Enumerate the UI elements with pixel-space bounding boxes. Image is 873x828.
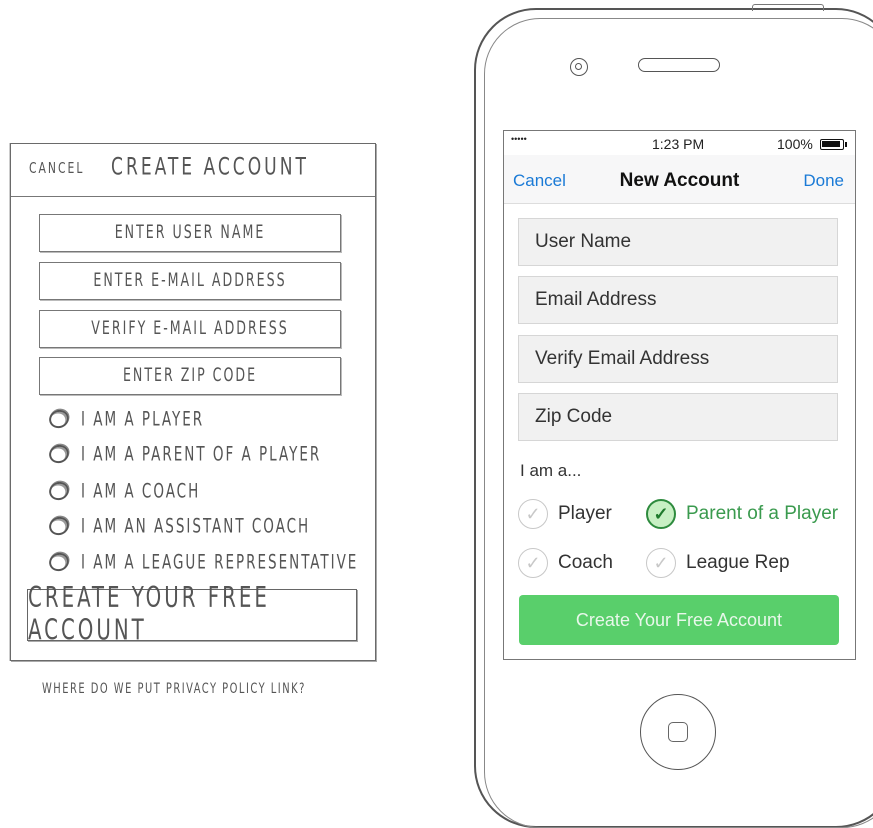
check-icon: ✓	[518, 499, 548, 529]
checkmark-icon: ✓	[646, 499, 676, 529]
sketch-radio-icon	[46, 407, 72, 431]
status-bar: ••••• 1:23 PM 100%	[504, 131, 855, 155]
done-button[interactable]: Done	[803, 171, 844, 191]
check-icon: ✓	[518, 548, 548, 578]
sketch-header: CANCEL CREATE ACCOUNT	[11, 144, 375, 197]
option-coach[interactable]: ✓ Coach	[518, 548, 613, 578]
username-input[interactable]: User Name	[518, 218, 838, 266]
create-account-button[interactable]: Create Your Free Account	[519, 595, 839, 645]
sketch-radio-icon	[46, 479, 72, 503]
option-league-rep[interactable]: ✓ League Rep	[646, 548, 790, 578]
sketch-verify-email-field[interactable]: VERIFY E-MAIL ADDRESS	[39, 310, 341, 348]
sketch-email-field[interactable]: ENTER E-MAIL ADDRESS	[39, 262, 341, 300]
option-parent-of-player[interactable]: ✓ Parent of a Player	[646, 499, 838, 529]
option-label: Player	[558, 503, 612, 524]
email-input[interactable]: Email Address	[518, 276, 838, 324]
verify-email-input[interactable]: Verify Email Address	[518, 335, 838, 383]
home-button[interactable]	[640, 694, 716, 770]
option-player[interactable]: ✓ Player	[518, 499, 612, 529]
sketch-role-player[interactable]: I AM A PLAYER	[46, 407, 204, 431]
sketch-role-coach[interactable]: I AM A COACH	[46, 479, 200, 503]
sketch-cancel-button[interactable]: CANCEL	[29, 159, 84, 177]
sketch-role-parent[interactable]: I AM A PARENT OF A PLAYER	[46, 442, 321, 466]
sketch-privacy-note: WHERE DO WE PUT PRIVACY POLICY LINK?	[42, 680, 306, 697]
check-icon: ✓	[646, 548, 676, 578]
option-label: Parent of a Player	[686, 503, 839, 524]
status-time: 1:23 PM	[652, 136, 705, 152]
earpiece-speaker	[638, 58, 720, 72]
front-camera-icon	[570, 58, 588, 76]
sketch-radio-icon	[46, 442, 72, 466]
signal-icon: •••••	[511, 134, 527, 144]
battery-percent: 100%	[777, 136, 813, 152]
option-label: Coach	[558, 552, 613, 573]
sketch-role-league-rep[interactable]: I AM A LEAGUE REPRESENTATIVE	[46, 550, 358, 574]
sketch-title: CREATE ACCOUNT	[111, 153, 309, 181]
role-prompt: I am a...	[520, 461, 582, 480]
sketch-username-field[interactable]: ENTER USER NAME	[39, 214, 341, 252]
sketch-create-account-button[interactable]: CREATE YOUR FREE ACCOUNT	[27, 583, 357, 648]
phone-screen: ••••• 1:23 PM 100% Cancel New Account Do…	[503, 130, 856, 660]
page-title: New Account	[619, 170, 740, 191]
option-label: League Rep	[686, 552, 790, 573]
sketch-zip-field[interactable]: ENTER ZIP CODE	[39, 357, 341, 395]
sketch-role-assistant-coach[interactable]: I AM AN ASSISTANT COACH	[46, 514, 310, 538]
navigation-bar: Cancel New Account Done	[504, 155, 855, 204]
battery-icon	[820, 139, 847, 150]
volume-button	[752, 4, 824, 11]
zip-code-input[interactable]: Zip Code	[518, 393, 838, 441]
sketch-wireframe: CANCEL CREATE ACCOUNT ENTER USER NAME EN…	[10, 143, 376, 661]
sketch-radio-icon	[46, 550, 72, 574]
home-square-icon	[668, 722, 688, 742]
sketch-radio-icon	[46, 514, 72, 538]
